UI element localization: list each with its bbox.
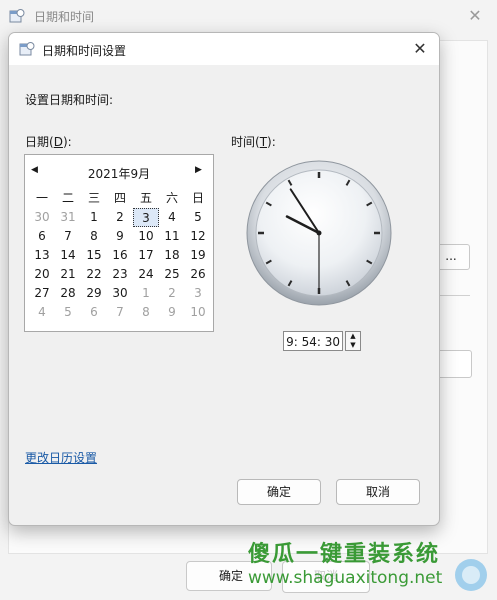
calendar-day[interactable]: 8 <box>81 227 107 246</box>
time-label-suffix: ): <box>267 135 276 149</box>
date-time-icon <box>9 9 25 23</box>
time-label-prefix: 时间( <box>231 135 260 149</box>
ok-button[interactable]: 确定 <box>237 479 321 505</box>
watermark-url: www.shaguaxitong.net <box>248 568 443 588</box>
calendar-day[interactable]: 30 <box>107 284 133 303</box>
calendar-day[interactable]: 15 <box>81 246 107 265</box>
calendar-day[interactable]: 10 <box>185 303 211 322</box>
calendar-day[interactable]: 14 <box>55 246 81 265</box>
calendar-week-row: 27 28 29 30 1 2 3 <box>29 284 211 303</box>
background-separator <box>440 295 470 296</box>
weekday-label: 一 <box>35 191 48 205</box>
calendar-day[interactable]: 2 <box>159 284 185 303</box>
calendar-day[interactable]: 1 <box>81 208 107 227</box>
spin-up-arrow-icon[interactable]: ▲ <box>346 332 360 341</box>
calendar-week-row: 4 5 6 7 8 9 10 <box>29 303 211 322</box>
calendar-day[interactable]: 7 <box>55 227 81 246</box>
spin-down-arrow-icon[interactable]: ▼ <box>346 341 360 350</box>
weekday-label: 日 <box>191 191 204 205</box>
dialog-titlebar: 日期和时间设置 ✕ <box>9 33 439 65</box>
date-time-settings-dialog: 日期和时间设置 ✕ 设置日期和时间: 日期(D): 时间(T): ◀ 2021年… <box>8 32 440 526</box>
calendar-week-row: 30 31 1 2 3 4 5 <box>29 208 211 227</box>
calendar-day[interactable]: 26 <box>185 265 211 284</box>
calendar-day[interactable]: 19 <box>185 246 211 265</box>
calendar-week-row: 13 14 15 16 17 18 19 <box>29 246 211 265</box>
analog-clock <box>245 159 393 307</box>
calendar-day[interactable]: 25 <box>159 265 185 284</box>
watermark-logo-icon <box>455 559 487 591</box>
calendar-day[interactable]: 21 <box>55 265 81 284</box>
cancel-button[interactable]: 取消 <box>336 479 420 505</box>
time-label: 时间(T): <box>231 133 276 150</box>
background-window-title: 日期和时间 <box>34 10 95 24</box>
calendar-month-label[interactable]: 2021年9月 <box>25 165 213 182</box>
calendar-day[interactable]: 11 <box>159 227 185 246</box>
weekday-label: 六 <box>165 191 178 205</box>
calendar-day[interactable]: 2 <box>107 208 133 227</box>
weekday-label: 四 <box>113 191 126 205</box>
calendar-day[interactable]: 4 <box>29 303 55 322</box>
date-label-accesskey: D <box>53 135 63 149</box>
calendar-day[interactable]: 30 <box>29 208 55 227</box>
calendar-day[interactable]: 27 <box>29 284 55 303</box>
calendar-grid: 一二三四五六日 30 31 1 2 3 4 5 6 7 8 9 10 11 12 13 14 15 16 17 18 19… <box>29 189 211 322</box>
calendar-day[interactable]: 16 <box>107 246 133 265</box>
dialog-title: 日期和时间设置 <box>42 44 127 58</box>
calendar-day[interactable]: 5 <box>185 208 211 227</box>
calendar-week-row: 6 7 8 9 10 11 12 <box>29 227 211 246</box>
calendar-day[interactable]: 6 <box>29 227 55 246</box>
weekday-label: 三 <box>87 191 100 205</box>
change-calendar-settings-link[interactable]: 更改日历设置 <box>25 449 97 466</box>
weekday-label: 二 <box>61 191 74 205</box>
calendar-day[interactable]: 31 <box>55 208 81 227</box>
calendar-day[interactable]: 24 <box>133 265 159 284</box>
watermark-title: 傻瓜一键重装系统 <box>248 542 441 567</box>
calendar-day[interactable]: 18 <box>159 246 185 265</box>
calendar-day[interactable]: 12 <box>185 227 211 246</box>
calendar-week-row: 20 21 22 23 24 25 26 <box>29 265 211 284</box>
time-label-accesskey: T <box>259 135 268 149</box>
calendar-day[interactable]: 9 <box>107 227 133 246</box>
date-time-icon <box>19 42 35 56</box>
calendar-day[interactable]: 9 <box>159 303 185 322</box>
set-date-time-label: 设置日期和时间: <box>25 93 114 107</box>
calendar-day[interactable]: 20 <box>29 265 55 284</box>
calendar-weekday-row: 一二三四五六日 <box>29 189 211 208</box>
clock-face-icon <box>246 160 392 306</box>
calendar-day[interactable]: 22 <box>81 265 107 284</box>
calendar-day[interactable]: 3 <box>185 284 211 303</box>
weekday-label: 五 <box>139 191 152 205</box>
close-icon[interactable]: ✕ <box>407 37 433 61</box>
calendar-day[interactable]: 23 <box>107 265 133 284</box>
calendar-day[interactable]: 5 <box>55 303 81 322</box>
background-close-button[interactable]: ✕ <box>460 2 490 30</box>
calendar-day[interactable]: 7 <box>107 303 133 322</box>
calendar: ◀ 2021年9月 ▶ 一二三四五六日 30 31 1 2 3 4 5 6 7 8 9 10 11 12 13… <box>24 154 214 332</box>
calendar-day[interactable]: 29 <box>81 284 107 303</box>
time-spinner: ▲ ▼ <box>345 331 361 351</box>
calendar-day[interactable]: 10 <box>133 227 159 246</box>
calendar-day[interactable]: 1 <box>133 284 159 303</box>
calendar-day[interactable]: 17 <box>133 246 159 265</box>
calendar-day[interactable]: 13 <box>29 246 55 265</box>
date-label: 日期(D): <box>25 133 72 150</box>
time-input[interactable]: 9: 54: 30 <box>283 331 343 351</box>
calendar-day-selected[interactable]: 3 <box>133 208 159 227</box>
calendar-day[interactable]: 28 <box>55 284 81 303</box>
background-titlebar: 日期和时间 ✕ <box>0 0 497 32</box>
clock-center-pin <box>316 230 322 236</box>
calendar-day[interactable]: 4 <box>159 208 185 227</box>
calendar-day[interactable]: 6 <box>81 303 107 322</box>
date-label-prefix: 日期( <box>25 135 54 149</box>
next-month-arrow-icon[interactable]: ▶ <box>195 165 202 175</box>
date-label-suffix: ): <box>62 135 72 149</box>
calendar-day[interactable]: 8 <box>133 303 159 322</box>
